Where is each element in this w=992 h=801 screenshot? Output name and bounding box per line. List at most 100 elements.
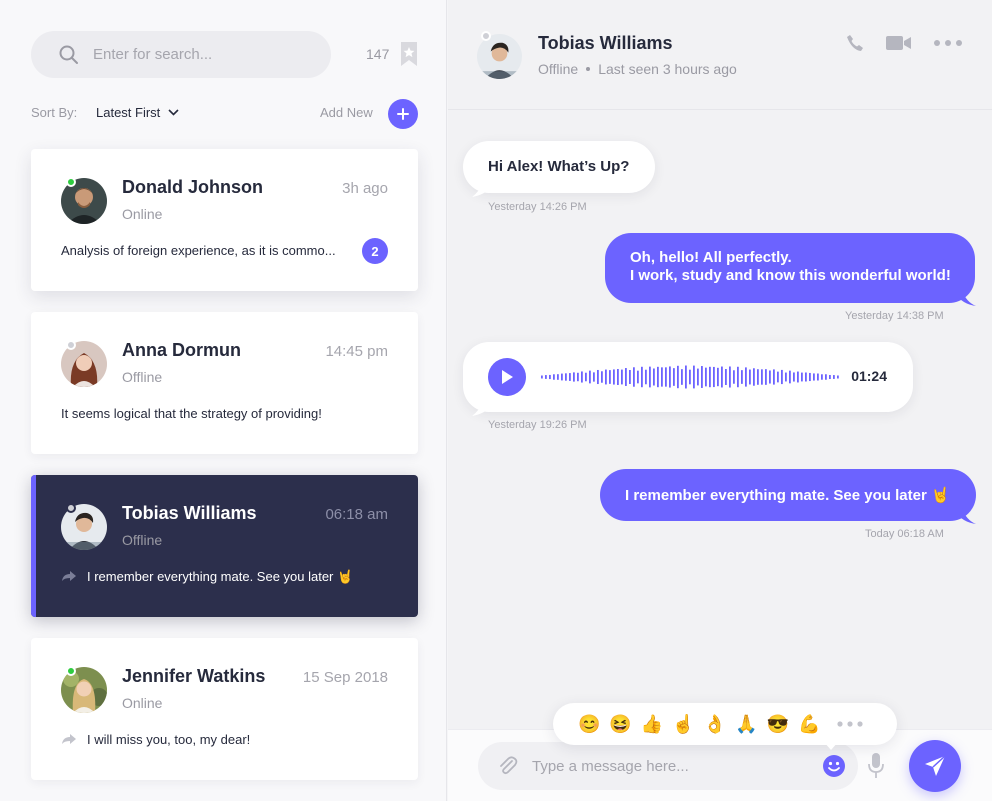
message-timestamp: Today 06:18 AM: [865, 528, 944, 540]
outgoing-message-bubble[interactable]: Oh, hello! All perfectly. I work, study …: [605, 233, 975, 303]
waveform-bar: [817, 373, 819, 381]
sort-dropdown[interactable]: Latest First: [96, 105, 179, 120]
header-actions: [846, 34, 962, 52]
message-text: I remember everything mate. See you late…: [625, 487, 950, 504]
message-preview: I remember everything mate. See you late…: [87, 569, 354, 584]
chat-contact-name: Tobias Williams: [538, 33, 673, 53]
contact-status: Online: [122, 695, 163, 711]
waveform-bar: [833, 375, 835, 379]
waveform-bar: [541, 375, 543, 379]
waveform-bar: [673, 368, 675, 386]
emoji-flexed-biceps[interactable]: 💪: [798, 714, 820, 735]
waveform-bar: [629, 370, 631, 384]
paperclip-icon[interactable]: [498, 756, 518, 776]
online-status-dot: [66, 177, 76, 187]
add-new-label[interactable]: Add New: [320, 105, 373, 120]
message-input-wrapper[interactable]: [478, 742, 858, 790]
waveform-bar: [701, 366, 703, 388]
play-button[interactable]: [488, 358, 526, 396]
message-preview: I will miss you, too, my dear!: [87, 732, 251, 747]
waveform-bar: [797, 371, 799, 383]
waveform-bar: [621, 369, 623, 385]
conversation-card-jennifer-watkins[interactable]: Jennifer Watkins Online 15 Sep 2018 I wi…: [31, 638, 418, 780]
voice-message-bubble[interactable]: 01:24: [463, 342, 913, 412]
separator-dot: [586, 67, 591, 71]
waveform-bar: [753, 368, 755, 386]
waveform-bar: [725, 369, 727, 385]
message-timestamp: Yesterday 14:38 PM: [845, 310, 944, 322]
message-line: I work, study and know this wonderful wo…: [630, 267, 951, 284]
waveform-bar: [709, 366, 711, 388]
conversation-card-donald-johnson[interactable]: Donald Johnson Online 3h ago Analysis of…: [31, 149, 418, 291]
emoji-praying-hands[interactable]: 🙏: [735, 714, 757, 735]
contact-name: Donald Johnson: [122, 177, 263, 197]
online-status-dot: [66, 666, 76, 676]
waveform-bar: [793, 372, 795, 382]
more-options-icon[interactable]: [934, 40, 962, 46]
message-input[interactable]: [532, 757, 802, 775]
waveform-bar: [829, 374, 831, 380]
chat-pane: Tobias Williams Offline Last seen 3 hour…: [448, 0, 992, 801]
active-indicator: [31, 475, 36, 617]
waveform-bar: [825, 374, 827, 380]
status-text: Offline: [538, 61, 579, 77]
waveform-bar: [733, 370, 735, 384]
message-time: 06:18 am: [325, 506, 388, 523]
waveform-bar: [609, 370, 611, 384]
message-line: Oh, hello! All perfectly.: [630, 249, 792, 266]
contact-count: 147: [366, 46, 390, 62]
waveform-bar: [573, 372, 575, 382]
more-emojis-icon[interactable]: [837, 721, 863, 727]
message-preview: It seems logical that the strategy of pr…: [61, 406, 322, 421]
outgoing-message-bubble[interactable]: I remember everything mate. See you late…: [600, 469, 976, 521]
send-icon: [925, 755, 946, 776]
contact-name: Jennifer Watkins: [122, 666, 266, 686]
sort-label: Sort By:: [31, 105, 78, 120]
conversation-card-tobias-williams[interactable]: Tobias Williams Offline 06:18 am I remem…: [31, 475, 418, 617]
waveform-bar: [677, 365, 679, 389]
waveform-bar: [653, 368, 655, 386]
offline-status-dot: [481, 31, 491, 41]
waveform-bar: [697, 368, 699, 386]
chat-header: Tobias Williams Offline Last seen 3 hour…: [448, 0, 992, 110]
bookmark-star-icon[interactable]: [400, 41, 418, 67]
contact-status: Offline: [122, 369, 163, 385]
waveform-bar: [657, 366, 659, 388]
emoji-laughing[interactable]: 😆: [609, 714, 631, 735]
waveform-bar: [685, 365, 687, 389]
offline-status-dot: [66, 340, 76, 350]
waveform-bar: [545, 375, 547, 379]
emoji-thumbs-up[interactable]: 👍: [641, 714, 663, 735]
waveform-bar: [785, 372, 787, 382]
waveform-bar: [553, 374, 555, 380]
waveform-bar: [745, 367, 747, 387]
send-button[interactable]: [909, 740, 961, 792]
audio-waveform[interactable]: [541, 358, 841, 396]
waveform-bar: [557, 374, 559, 380]
video-camera-icon[interactable]: [886, 35, 912, 51]
waveform-bar: [757, 369, 759, 385]
waveform-bar: [605, 369, 607, 385]
waveform-bar: [593, 372, 595, 382]
forward-reply-icon: [62, 571, 76, 581]
waveform-bar: [821, 374, 823, 380]
microphone-icon[interactable]: [866, 752, 886, 780]
search-input[interactable]: [93, 46, 313, 63]
sort-value: Latest First: [96, 105, 161, 120]
emoji-ok-hand[interactable]: 👌: [704, 714, 726, 735]
waveform-bar: [769, 370, 771, 384]
emoji-picker-tail: [824, 742, 838, 750]
emoji-smile-icon[interactable]: [822, 754, 846, 778]
waveform-bar: [737, 366, 739, 388]
waveform-bar: [637, 370, 639, 384]
emoji-pointing-up[interactable]: ☝️: [672, 714, 694, 735]
emoji-smile[interactable]: 😊: [578, 714, 600, 735]
conversation-card-anna-dormun[interactable]: Anna Dormun Offline 14:45 pm It seems lo…: [31, 312, 418, 454]
emoji-sunglasses[interactable]: 😎: [767, 714, 789, 735]
phone-icon[interactable]: [846, 34, 864, 52]
search-bar[interactable]: [31, 31, 331, 78]
contact-name: Tobias Williams: [122, 503, 257, 523]
add-new-button[interactable]: [388, 99, 418, 129]
forward-reply-icon: [62, 734, 76, 744]
waveform-bar: [717, 367, 719, 387]
